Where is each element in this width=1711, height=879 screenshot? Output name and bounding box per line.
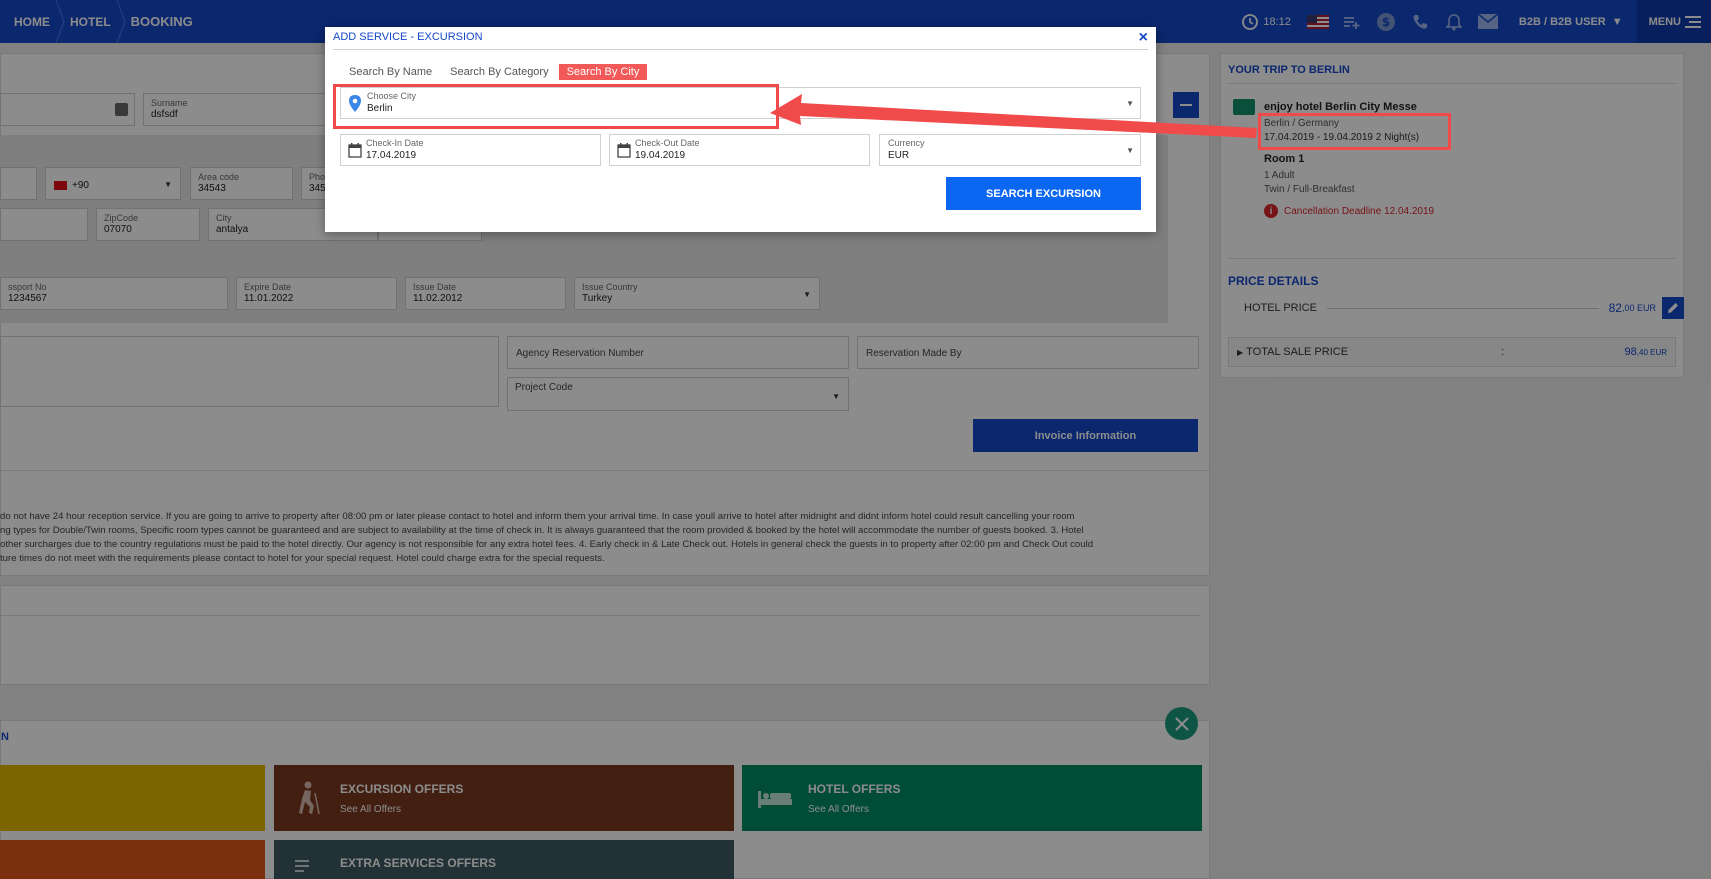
annotation-arrow — [770, 94, 1257, 138]
